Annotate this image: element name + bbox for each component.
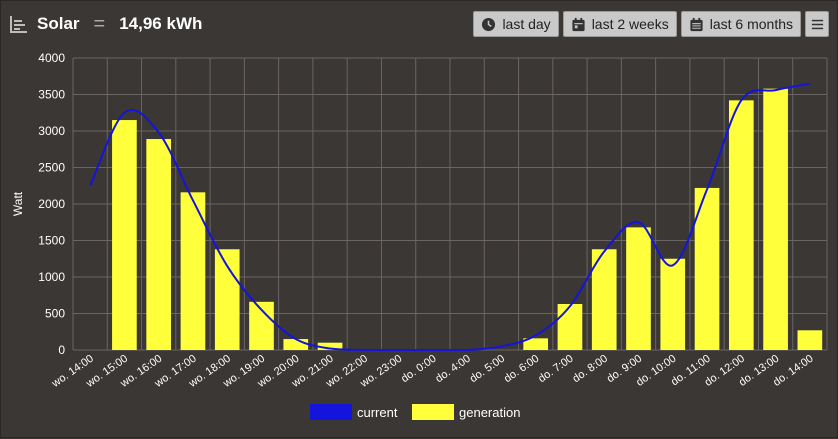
generation-bar bbox=[728, 100, 754, 350]
generation-bar bbox=[283, 339, 309, 350]
y-tick-label: 4000 bbox=[38, 51, 65, 65]
x-tick-label: do. 0:00 bbox=[399, 353, 438, 386]
legend-label: current bbox=[357, 405, 398, 420]
x-tick-label: do. 4:00 bbox=[433, 353, 472, 386]
generation-bar bbox=[626, 227, 651, 350]
y-tick-label: 500 bbox=[45, 307, 65, 321]
y-tick-label: 1500 bbox=[38, 234, 65, 248]
generation-bar bbox=[797, 330, 823, 350]
x-tick-label: do. 8:00 bbox=[570, 353, 609, 386]
legend-label: generation bbox=[459, 405, 520, 420]
x-tick-label: do. 6:00 bbox=[502, 353, 541, 386]
solar-panel: Solar = 14,96 kWh last day last 2 weeks … bbox=[0, 0, 838, 438]
generation-bar bbox=[146, 139, 172, 350]
generation-bar bbox=[763, 88, 788, 350]
solar-chart: 05001000150020002500300035004000Wattwo. … bbox=[11, 51, 828, 420]
generation-bar bbox=[660, 258, 686, 350]
x-tick-label: do. 7:00 bbox=[536, 353, 575, 386]
y-tick-label: 3500 bbox=[38, 88, 65, 102]
generation-bar bbox=[557, 304, 583, 350]
y-tick-label: 1000 bbox=[38, 270, 65, 284]
y-tick-label: 2000 bbox=[38, 197, 65, 211]
x-tick-label: do. 5:00 bbox=[468, 353, 507, 386]
y-tick-label: 2500 bbox=[38, 161, 65, 175]
legend-swatch bbox=[412, 404, 454, 420]
legend-swatch bbox=[310, 404, 352, 420]
generation-bar bbox=[112, 120, 137, 350]
y-tick-label: 3000 bbox=[38, 124, 65, 138]
y-tick-label: 0 bbox=[58, 343, 65, 357]
y-axis-label: Watt bbox=[11, 191, 25, 216]
